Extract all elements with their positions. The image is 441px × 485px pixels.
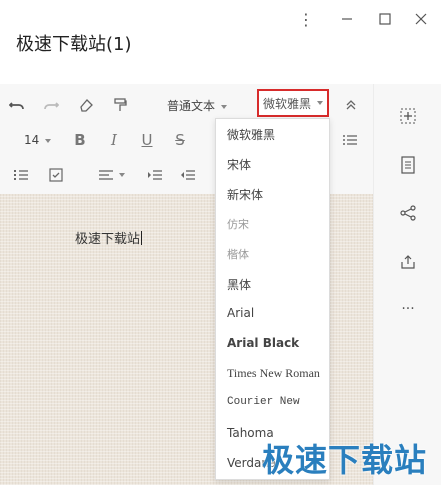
add-block-icon[interactable] — [397, 105, 419, 127]
outdent-icon[interactable] — [178, 165, 198, 185]
eraser-icon[interactable] — [76, 95, 96, 115]
font-option-fangsong[interactable]: 仿宋 — [227, 216, 249, 232]
redo-icon[interactable] — [40, 95, 62, 115]
document-icon[interactable] — [397, 154, 419, 176]
font-option-heiti[interactable]: 黑体 — [227, 276, 251, 293]
strikethrough-button[interactable]: S — [170, 130, 190, 150]
document-text[interactable]: 极速下载站 — [75, 228, 143, 247]
underline-button[interactable]: U — [137, 130, 157, 150]
font-option-arial[interactable]: Arial — [227, 306, 254, 320]
minimize-icon — [342, 18, 352, 20]
watermark-logo: 极速下载站 — [262, 441, 428, 479]
page-title: 极速下载站(1) — [16, 34, 132, 55]
bold-button[interactable]: B — [70, 130, 90, 150]
align-left-icon — [99, 170, 113, 180]
font-dropdown-menu: 微软雅黑 宋体 新宋体 仿宋 楷体 黑体 Arial Arial Black T… — [215, 118, 330, 480]
export-icon[interactable] — [397, 251, 419, 273]
text-cursor — [141, 231, 143, 245]
font-option-nsimsun[interactable]: 新宋体 — [227, 186, 263, 203]
minimize-button[interactable] — [336, 8, 358, 30]
font-option-songti[interactable]: 宋体 — [227, 156, 251, 173]
font-family-select[interactable]: 微软雅黑 — [257, 89, 329, 117]
more-actions-icon[interactable]: ··· — [397, 298, 419, 320]
share-icon[interactable] — [397, 202, 419, 224]
font-size-select[interactable]: 14 — [24, 133, 52, 147]
align-select[interactable] — [97, 165, 127, 185]
maximize-icon — [379, 13, 391, 25]
checklist-icon[interactable] — [46, 165, 66, 185]
maximize-button[interactable] — [374, 8, 396, 30]
format-painter-icon[interactable] — [110, 95, 130, 115]
list-icon[interactable] — [340, 130, 360, 150]
collapse-toolbar-icon[interactable] — [342, 95, 360, 115]
font-option-microsoft-yahei[interactable]: 微软雅黑 — [227, 126, 275, 143]
right-sidebar — [373, 84, 441, 485]
undo-icon[interactable] — [6, 95, 28, 115]
font-option-times-new-roman[interactable]: Times New Roman — [227, 366, 320, 381]
font-option-kaiti[interactable]: 楷体 — [227, 246, 249, 262]
ordered-list-icon[interactable] — [11, 165, 31, 185]
more-options-icon[interactable]: ⋮ — [295, 8, 317, 30]
italic-button[interactable]: I — [104, 130, 124, 150]
indent-icon[interactable] — [145, 165, 165, 185]
font-option-arial-black[interactable]: Arial Black — [227, 336, 299, 350]
font-option-courier-new[interactable]: Courier New — [227, 396, 300, 408]
close-button[interactable] — [410, 8, 432, 30]
text-style-select[interactable]: 普通文本 — [167, 97, 228, 114]
close-icon — [415, 13, 427, 25]
